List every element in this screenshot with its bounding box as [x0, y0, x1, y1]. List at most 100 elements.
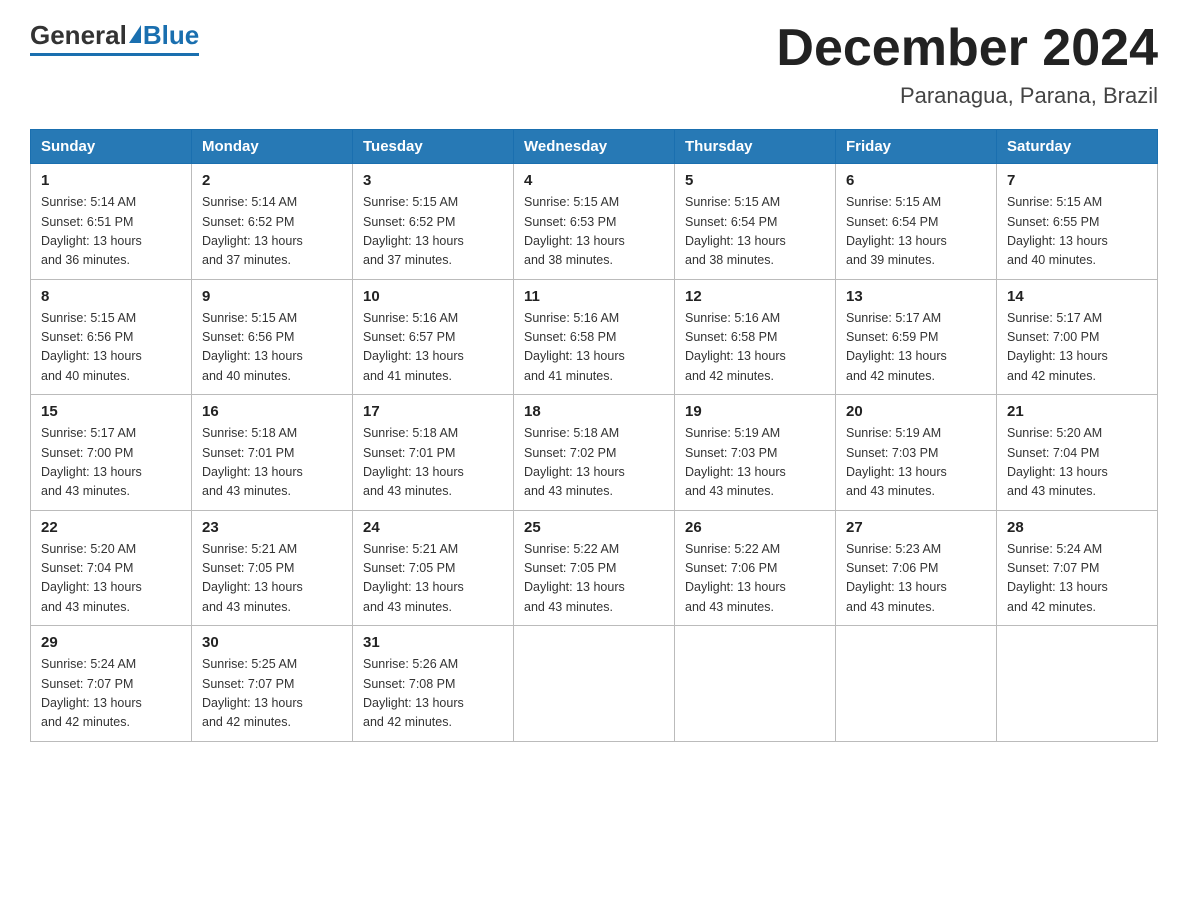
header-saturday: Saturday [997, 130, 1158, 164]
calendar-title: December 2024 [776, 20, 1158, 77]
logo-underline [30, 53, 199, 56]
day-cell: 14 Sunrise: 5:17 AMSunset: 7:00 PMDayligh… [997, 279, 1158, 395]
day-cell [997, 626, 1158, 742]
day-info: Sunrise: 5:25 AMSunset: 7:07 PMDaylight:… [202, 655, 342, 733]
day-number: 1 [41, 172, 181, 189]
day-number: 11 [524, 288, 664, 305]
day-cell: 15 Sunrise: 5:17 AMSunset: 7:00 PMDayligh… [31, 395, 192, 511]
day-cell [836, 626, 997, 742]
day-info: Sunrise: 5:21 AMSunset: 7:05 PMDaylight:… [363, 540, 503, 618]
calendar-subtitle: Paranagua, Parana, Brazil [776, 83, 1158, 109]
day-info: Sunrise: 5:15 AMSunset: 6:56 PMDaylight:… [41, 309, 181, 387]
week-row-2: 8 Sunrise: 5:15 AMSunset: 6:56 PMDaylight… [31, 279, 1158, 395]
day-cell: 21 Sunrise: 5:20 AMSunset: 7:04 PMDayligh… [997, 395, 1158, 511]
title-block: December 2024 Paranagua, Parana, Brazil [776, 20, 1158, 109]
day-number: 23 [202, 519, 342, 536]
day-number: 14 [1007, 288, 1147, 305]
day-info: Sunrise: 5:16 AMSunset: 6:57 PMDaylight:… [363, 309, 503, 387]
day-cell: 22 Sunrise: 5:20 AMSunset: 7:04 PMDayligh… [31, 510, 192, 626]
logo-triangle-icon [129, 25, 141, 43]
day-cell [675, 626, 836, 742]
day-info: Sunrise: 5:20 AMSunset: 7:04 PMDaylight:… [1007, 424, 1147, 502]
week-row-4: 22 Sunrise: 5:20 AMSunset: 7:04 PMDayligh… [31, 510, 1158, 626]
logo-blue: Blue [143, 20, 199, 51]
day-number: 3 [363, 172, 503, 189]
day-cell: 12Sunrise: 5:16 AMSunset: 6:58 PMDayligh… [675, 279, 836, 395]
day-info: Sunrise: 5:18 AMSunset: 7:01 PMDaylight:… [363, 424, 503, 502]
day-number: 22 [41, 519, 181, 536]
day-info: Sunrise: 5:17 AMSunset: 7:00 PMDaylight:… [41, 424, 181, 502]
logo-text: General Blue [30, 20, 199, 51]
day-number: 25 [524, 519, 664, 536]
day-number: 9 [202, 288, 342, 305]
day-cell: 16 Sunrise: 5:18 AMSunset: 7:01 PMDayligh… [192, 395, 353, 511]
day-number: 13 [846, 288, 986, 305]
day-info: Sunrise: 5:18 AMSunset: 7:02 PMDaylight:… [524, 424, 664, 502]
day-info: Sunrise: 5:15 AMSunset: 6:53 PMDaylight:… [524, 193, 664, 271]
day-number: 5 [685, 172, 825, 189]
day-number: 8 [41, 288, 181, 305]
day-number: 29 [41, 634, 181, 651]
header-tuesday: Tuesday [353, 130, 514, 164]
day-number: 17 [363, 403, 503, 420]
day-info: Sunrise: 5:15 AMSunset: 6:55 PMDaylight:… [1007, 193, 1147, 271]
day-cell: 3Sunrise: 5:15 AMSunset: 6:52 PMDaylight… [353, 164, 514, 280]
week-row-5: 29Sunrise: 5:24 AMSunset: 7:07 PMDayligh… [31, 626, 1158, 742]
day-info: Sunrise: 5:24 AMSunset: 7:07 PMDaylight:… [1007, 540, 1147, 618]
day-cell: 8 Sunrise: 5:15 AMSunset: 6:56 PMDaylight… [31, 279, 192, 395]
day-cell: 27Sunrise: 5:23 AMSunset: 7:06 PMDayligh… [836, 510, 997, 626]
day-info: Sunrise: 5:16 AMSunset: 6:58 PMDaylight:… [524, 309, 664, 387]
header-thursday: Thursday [675, 130, 836, 164]
day-info: Sunrise: 5:18 AMSunset: 7:01 PMDaylight:… [202, 424, 342, 502]
day-number: 12 [685, 288, 825, 305]
day-info: Sunrise: 5:26 AMSunset: 7:08 PMDaylight:… [363, 655, 503, 733]
day-number: 21 [1007, 403, 1147, 420]
day-cell: 2Sunrise: 5:14 AMSunset: 6:52 PMDaylight… [192, 164, 353, 280]
day-number: 31 [363, 634, 503, 651]
day-cell: 17 Sunrise: 5:18 AMSunset: 7:01 PMDayligh… [353, 395, 514, 511]
header-wednesday: Wednesday [514, 130, 675, 164]
day-number: 4 [524, 172, 664, 189]
day-cell: 18 Sunrise: 5:18 AMSunset: 7:02 PMDayligh… [514, 395, 675, 511]
day-cell: 26 Sunrise: 5:22 AMSunset: 7:06 PMDayligh… [675, 510, 836, 626]
calendar-table: SundayMondayTuesdayWednesdayThursdayFrid… [30, 129, 1158, 742]
day-info: Sunrise: 5:20 AMSunset: 7:04 PMDaylight:… [41, 540, 181, 618]
day-info: Sunrise: 5:22 AMSunset: 7:06 PMDaylight:… [685, 540, 825, 618]
day-cell: 6Sunrise: 5:15 AMSunset: 6:54 PMDaylight… [836, 164, 997, 280]
day-info: Sunrise: 5:14 AMSunset: 6:51 PMDaylight:… [41, 193, 181, 271]
day-number: 15 [41, 403, 181, 420]
day-number: 24 [363, 519, 503, 536]
logo: General Blue [30, 20, 199, 56]
header-friday: Friday [836, 130, 997, 164]
page-header: General Blue December 2024 Paranagua, Pa… [30, 20, 1158, 109]
day-number: 16 [202, 403, 342, 420]
day-number: 26 [685, 519, 825, 536]
day-cell: 19Sunrise: 5:19 AMSunset: 7:03 PMDayligh… [675, 395, 836, 511]
day-number: 30 [202, 634, 342, 651]
logo-general: General [30, 20, 127, 51]
day-info: Sunrise: 5:19 AMSunset: 7:03 PMDaylight:… [685, 424, 825, 502]
day-number: 27 [846, 519, 986, 536]
day-cell: 25 Sunrise: 5:22 AMSunset: 7:05 PMDayligh… [514, 510, 675, 626]
day-cell: 23 Sunrise: 5:21 AMSunset: 7:05 PMDayligh… [192, 510, 353, 626]
day-info: Sunrise: 5:17 AMSunset: 6:59 PMDaylight:… [846, 309, 986, 387]
day-cell: 4 Sunrise: 5:15 AMSunset: 6:53 PMDaylight… [514, 164, 675, 280]
header-sunday: Sunday [31, 130, 192, 164]
calendar-header-row: SundayMondayTuesdayWednesdayThursdayFrid… [31, 130, 1158, 164]
day-cell: 13 Sunrise: 5:17 AMSunset: 6:59 PMDayligh… [836, 279, 997, 395]
day-number: 18 [524, 403, 664, 420]
day-cell: 20Sunrise: 5:19 AMSunset: 7:03 PMDayligh… [836, 395, 997, 511]
day-info: Sunrise: 5:15 AMSunset: 6:54 PMDaylight:… [685, 193, 825, 271]
day-info: Sunrise: 5:21 AMSunset: 7:05 PMDaylight:… [202, 540, 342, 618]
day-cell: 29Sunrise: 5:24 AMSunset: 7:07 PMDayligh… [31, 626, 192, 742]
day-cell: 28 Sunrise: 5:24 AMSunset: 7:07 PMDayligh… [997, 510, 1158, 626]
day-info: Sunrise: 5:22 AMSunset: 7:05 PMDaylight:… [524, 540, 664, 618]
day-cell: 9 Sunrise: 5:15 AMSunset: 6:56 PMDaylight… [192, 279, 353, 395]
header-monday: Monday [192, 130, 353, 164]
day-info: Sunrise: 5:15 AMSunset: 6:54 PMDaylight:… [846, 193, 986, 271]
day-cell: 11 Sunrise: 5:16 AMSunset: 6:58 PMDayligh… [514, 279, 675, 395]
day-number: 28 [1007, 519, 1147, 536]
day-info: Sunrise: 5:17 AMSunset: 7:00 PMDaylight:… [1007, 309, 1147, 387]
day-number: 7 [1007, 172, 1147, 189]
day-info: Sunrise: 5:15 AMSunset: 6:56 PMDaylight:… [202, 309, 342, 387]
